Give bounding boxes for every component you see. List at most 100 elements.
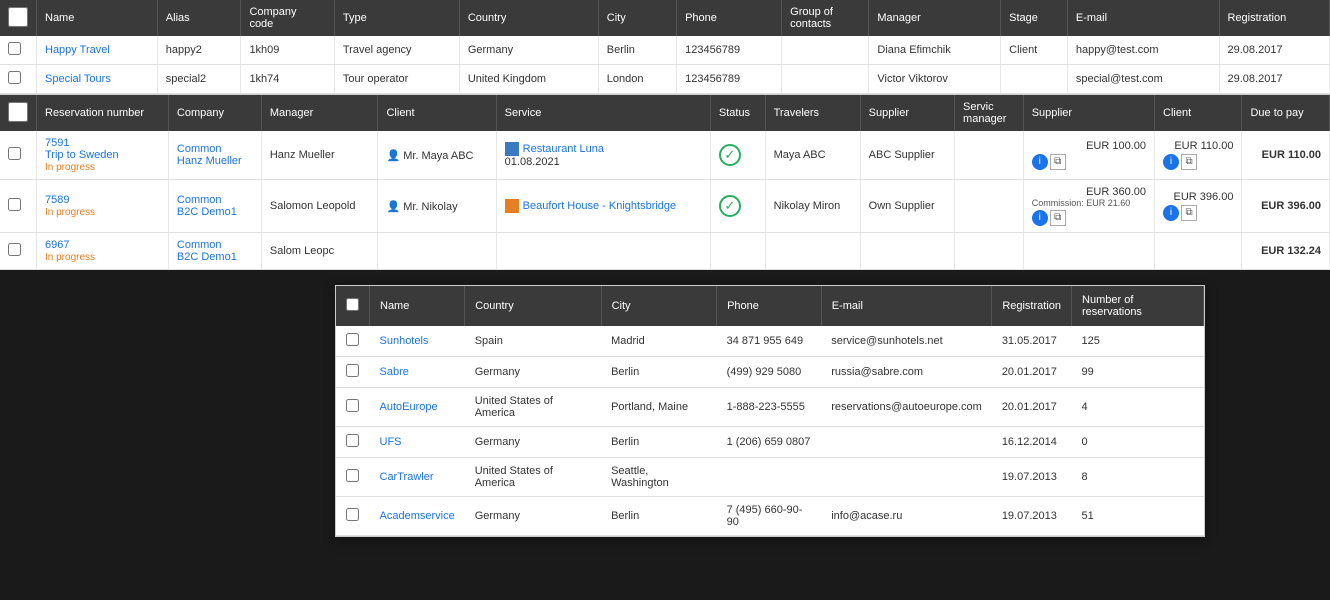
col-res-travelers: Travelers <box>765 95 860 131</box>
supplier-country-cell: Germany <box>465 497 601 536</box>
company-link[interactable]: Common <box>177 239 222 251</box>
res-manager-cell: Hanz Mueller <box>261 131 378 180</box>
company-stage-cell <box>1001 65 1068 94</box>
res-service-manager-cell <box>955 131 1024 180</box>
supplier-copy-icon[interactable]: ⧉ <box>1050 210 1066 226</box>
res-supplier-name-cell: ABC Supplier <box>860 131 954 180</box>
supplier-row-checkbox[interactable] <box>346 469 359 482</box>
res-status-cell <box>710 233 765 270</box>
supplier-phone-cell: 34 871 955 649 <box>717 326 822 357</box>
supplier-name-cell: AutoEurope <box>370 388 465 427</box>
supplier-checkbox-cell <box>336 388 370 427</box>
company-name-cell: Happy Travel <box>37 36 158 65</box>
supplier-row-checkbox[interactable] <box>346 399 359 412</box>
trip-title-link[interactable]: Trip to Sweden <box>45 149 119 161</box>
col-email: E-mail <box>1067 0 1219 36</box>
client-info-icon[interactable]: i <box>1163 205 1179 221</box>
service-link[interactable]: Beaufort House - Knightsbridge <box>523 200 676 212</box>
col-type: Type <box>334 0 459 36</box>
supplier-country-cell: United States of America <box>465 458 601 497</box>
supplier-registration-cell: 19.07.2013 <box>992 458 1072 497</box>
reservation-number-link[interactable]: 7589 <box>45 194 69 206</box>
res-due-pay-cell: EUR 396.00 <box>1242 180 1330 233</box>
supplier-copy-icon[interactable]: ⧉ <box>1050 154 1066 170</box>
client-info-icon[interactable]: i <box>1163 154 1179 170</box>
company-country-cell: United Kingdom <box>459 65 598 94</box>
reservation-number-link[interactable]: 7591 <box>45 137 69 149</box>
res-client-amt-cell: EUR 396.00i⧉ <box>1155 180 1242 233</box>
supplier-checkbox-cell <box>336 357 370 388</box>
company-name-link[interactable]: Happy Travel <box>45 44 110 56</box>
supplier-name-link[interactable]: UFS <box>380 436 402 448</box>
res-supplier-name-cell: Own Supplier <box>860 180 954 233</box>
supplier-table: Name Country City Phone E-mail Registrat… <box>336 286 1204 536</box>
companies-section: Name Alias Companycode Type Country City… <box>0 0 1330 95</box>
res-row-checkbox[interactable] <box>8 243 21 256</box>
supplier-row: Sabre Germany Berlin (499) 929 5080 russ… <box>336 357 1204 388</box>
supplier-row: AutoEurope United States of America Port… <box>336 388 1204 427</box>
supplier-info-icon[interactable]: i <box>1032 210 1048 226</box>
supplier-name-link[interactable]: Sunhotels <box>380 335 429 347</box>
select-all-reservations-checkbox[interactable] <box>8 102 28 122</box>
col-city: City <box>598 0 676 36</box>
col-res-status: Status <box>710 95 765 131</box>
supplier-registration-cell: 19.07.2013 <box>992 497 1072 536</box>
commission-note: Commission: EUR 21.60 <box>1032 198 1146 208</box>
supplier-row-checkbox[interactable] <box>346 364 359 377</box>
client-copy-icon[interactable]: ⧉ <box>1181 205 1197 221</box>
supplier-row-checkbox[interactable] <box>346 508 359 521</box>
res-row-checkbox[interactable] <box>8 198 21 211</box>
supplier-registration-cell: 16.12.2014 <box>992 427 1072 458</box>
company-type-cell: Tour operator <box>334 65 459 94</box>
company-sub-link[interactable]: B2C Demo1 <box>177 251 237 263</box>
supplier-name-link[interactable]: AutoEurope <box>380 401 438 413</box>
col-res-service: Service <box>496 95 710 131</box>
supplier-reservations-cell: 4 <box>1072 388 1204 427</box>
company-phone-cell: 123456789 <box>677 65 782 94</box>
supplier-checkbox-cell <box>336 427 370 458</box>
row-checkbox[interactable] <box>8 71 21 84</box>
res-row-checkbox[interactable] <box>8 147 21 160</box>
col-country: Country <box>459 0 598 36</box>
company-name-link[interactable]: Special Tours <box>45 73 111 85</box>
supplier-info-icon[interactable]: i <box>1032 154 1048 170</box>
company-sub-link[interactable]: Hanz Mueller <box>177 155 242 167</box>
supplier-name-link[interactable]: Sabre <box>380 366 409 378</box>
company-stage-cell: Client <box>1001 36 1068 65</box>
supplier-row-checkbox[interactable] <box>346 434 359 447</box>
status-badge: In progress <box>45 252 95 263</box>
select-all-companies-checkbox[interactable] <box>8 7 28 27</box>
status-badge: In progress <box>45 207 95 218</box>
col-res-number: Reservation number <box>37 95 169 131</box>
supplier-reservations-cell: 99 <box>1072 357 1204 388</box>
client-copy-icon[interactable]: ⧉ <box>1181 154 1197 170</box>
company-country-cell: Germany <box>459 36 598 65</box>
supplier-checkbox-cell <box>336 326 370 357</box>
supplier-country-cell: Spain <box>465 326 601 357</box>
res-client-cell: 👤Mr. Nikolay <box>378 180 496 233</box>
row-checkbox-cell <box>0 65 37 94</box>
supplier-email-cell: info@acase.ru <box>821 497 992 536</box>
row-checkbox[interactable] <box>8 42 21 55</box>
supplier-reservations-cell: 0 <box>1072 427 1204 458</box>
res-status-cell: ✓ <box>710 131 765 180</box>
supplier-col-name: Name <box>370 286 465 326</box>
select-all-suppliers-checkbox[interactable] <box>346 298 359 311</box>
reservation-number-link[interactable]: 6967 <box>45 239 69 251</box>
col-manager: Manager <box>869 0 1001 36</box>
supplier-row-checkbox[interactable] <box>346 333 359 346</box>
company-sub-link[interactable]: B2C Demo1 <box>177 206 237 218</box>
res-client-amt-cell: EUR 110.00i⧉ <box>1155 131 1242 180</box>
supplier-email-cell: service@sunhotels.net <box>821 326 992 357</box>
service-link[interactable]: Restaurant Luna <box>523 143 604 155</box>
person-icon: 👤 <box>386 201 400 213</box>
company-link[interactable]: Common <box>177 194 222 206</box>
supplier-name-link[interactable]: Academservice <box>380 510 455 522</box>
res-client-cell: 👤Mr. Maya ABC <box>378 131 496 180</box>
supplier-col-city: City <box>601 286 717 326</box>
res-company-cell: Common B2C Demo1 <box>168 180 261 233</box>
supplier-name-cell: Sabre <box>370 357 465 388</box>
company-link[interactable]: Common <box>177 143 222 155</box>
hotel-icon <box>505 199 519 213</box>
supplier-name-link[interactable]: CarTrawler <box>380 471 434 483</box>
